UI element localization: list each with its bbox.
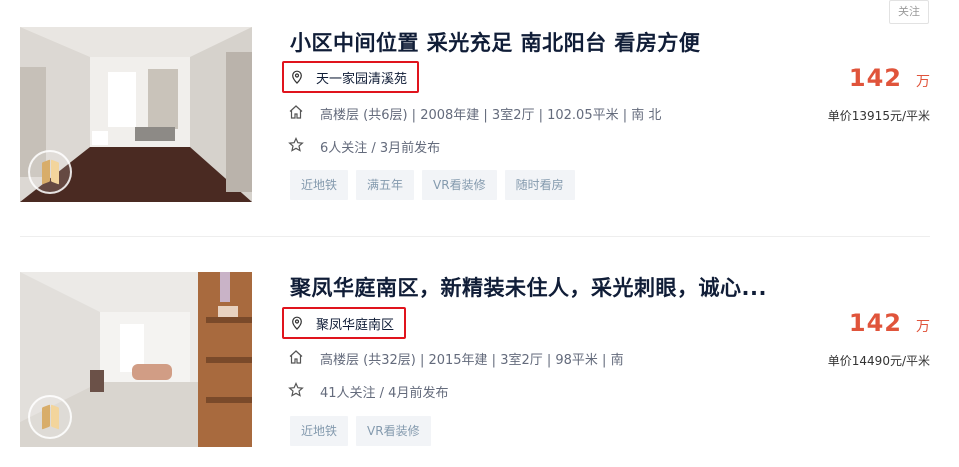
map-pin-icon	[292, 70, 302, 84]
tag: 近地铁	[290, 170, 349, 200]
price-unit: 万	[916, 319, 930, 335]
community-name: 聚凤华庭南区	[316, 317, 395, 333]
house-icon	[289, 105, 303, 119]
listing-photo[interactable]	[20, 272, 252, 447]
community-link[interactable]: 聚凤华庭南区	[282, 307, 407, 339]
house-icon	[289, 350, 303, 364]
house-info: 高楼层 (共32层) | 2015年建 | 3室2厅 | 98平米 | 南	[320, 353, 624, 368]
tag: VR看装修	[422, 170, 497, 200]
follow-info: 41人关注 / 4月前发布	[320, 386, 449, 401]
listing-title[interactable]: 小区中间位置 采光充足 南北阳台 看房方便	[290, 27, 700, 57]
vr-badge-icon[interactable]	[28, 150, 72, 194]
follow-info: 6人关注 / 3月前发布	[320, 141, 441, 156]
listing-title[interactable]: 聚凤华庭南区，新精装未住人，采光刺眼，诚心...	[290, 272, 767, 302]
price-value: 142	[848, 309, 902, 337]
listing-item: 聚凤华庭南区，新精装未住人，采光刺眼，诚心... 聚凤华庭南区 高楼层 (共32…	[0, 237, 959, 467]
map-pin-icon	[292, 316, 302, 330]
star-icon	[288, 382, 304, 397]
tag-list: 近地铁 VR看装修	[290, 416, 431, 446]
listing-photo[interactable]	[20, 27, 252, 202]
total-price: 142 万	[849, 64, 930, 92]
price-unit: 万	[916, 74, 930, 90]
price-value: 142	[848, 64, 902, 92]
star-icon	[288, 137, 304, 152]
unit-price: 单价14490元/平米	[827, 354, 930, 368]
tag: 随时看房	[504, 170, 575, 200]
house-info: 高楼层 (共6层) | 2008年建 | 3室2厅 | 102.05平米 | 南…	[320, 108, 662, 123]
unit-price: 单价13915元/平米	[827, 109, 930, 123]
community-link[interactable]: 天一家园清溪苑	[282, 61, 420, 93]
tag: 满五年	[356, 170, 415, 200]
vr-badge-icon[interactable]	[28, 395, 72, 439]
tag: 近地铁	[290, 416, 349, 446]
community-name: 天一家园清溪苑	[316, 71, 408, 87]
total-price: 142 万	[849, 309, 930, 337]
listing-item: 小区中间位置 采光充足 南北阳台 看房方便 天一家园清溪苑 高楼层 (共6层) …	[0, 0, 959, 236]
tag-list: 近地铁 满五年 VR看装修 随时看房	[290, 170, 575, 200]
tag: VR看装修	[356, 416, 431, 446]
